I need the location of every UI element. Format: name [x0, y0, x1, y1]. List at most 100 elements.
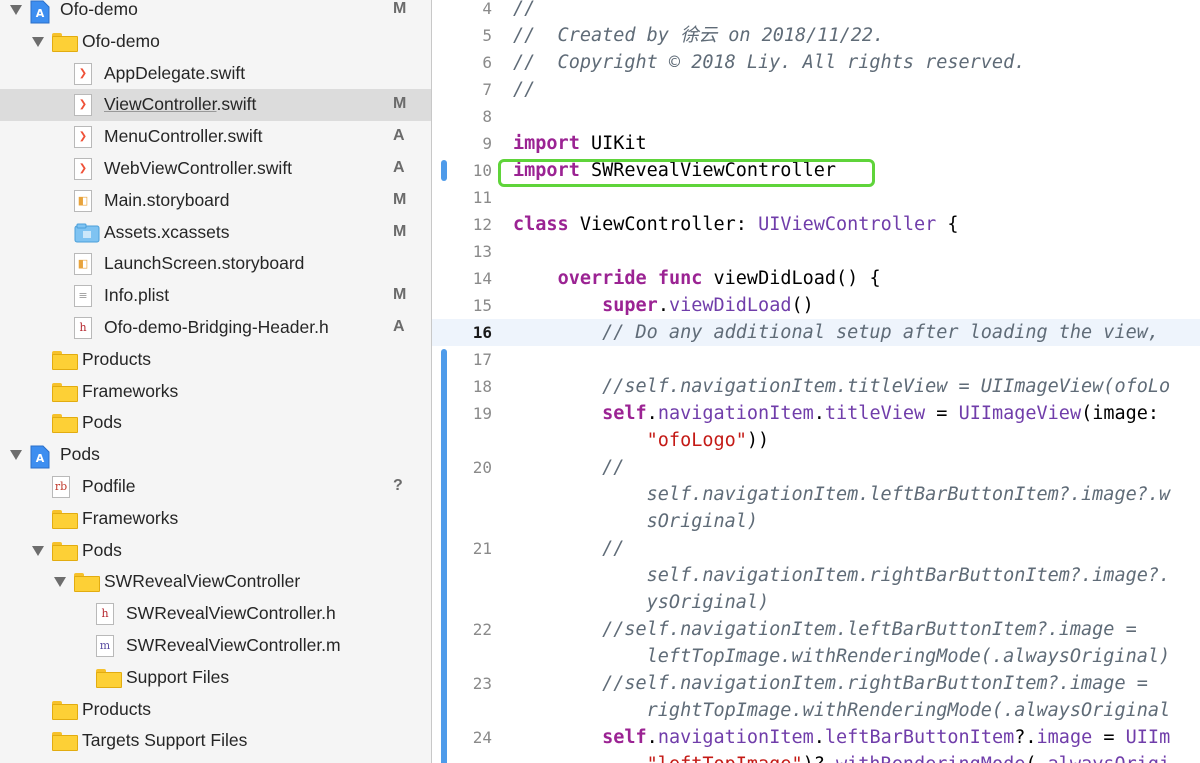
navigator-row[interactable]: Frameworks — [0, 503, 431, 535]
navigator-item-label: Pods — [60, 444, 100, 465]
navigator-row[interactable]: Support Files — [0, 662, 431, 694]
navigator-row[interactable]: ❯ ViewController.swift M — [0, 89, 431, 122]
code-text: // — [513, 0, 536, 19]
disclosure-open-icon[interactable] — [10, 450, 22, 461]
folder-icon — [52, 414, 78, 434]
change-indicator-bar[interactable] — [441, 160, 447, 181]
code-line[interactable]: 4 // — [432, 0, 1200, 22]
source-editor[interactable]: 4 // 5 // Created by 徐云 on 2018/11/22. 6 // C… — [432, 0, 1200, 763]
code-line[interactable]: 16 // Do any additional setup after load… — [432, 319, 1200, 346]
navigator-row[interactable]: A Ofo-demo M — [0, 0, 431, 26]
project-icon: A — [30, 0, 50, 29]
scm-status-badge: ? — [393, 477, 403, 494]
navigator-item-label: Assets.xcassets — [104, 221, 230, 242]
line-number: 16 — [472, 323, 492, 342]
line-number: 15 — [472, 296, 492, 315]
disclosure-open-icon[interactable] — [10, 5, 22, 15]
navigator-item-label: Main.storyboard — [104, 189, 230, 210]
code-line[interactable]: 17 — [432, 346, 1200, 373]
navigator-item-label: WebViewController.swift — [104, 158, 293, 178]
navigator-row[interactable]: Pods — [0, 535, 431, 567]
line-number: 8 — [482, 107, 492, 126]
code-text: self.navigationItem.leftBarButtonItem?.i… — [602, 727, 1171, 748]
code-line[interactable]: 21 // — [432, 535, 1200, 562]
code-line[interactable]: 14 override func viewDidLoad() { — [432, 265, 1200, 292]
code-text: override func viewDidLoad() { — [557, 268, 881, 289]
navigator-row[interactable]: Products — [0, 344, 431, 376]
folder-icon — [52, 700, 78, 720]
navigator-row[interactable]: ❯ AppDelegate.swift — [0, 58, 431, 90]
navigator-row[interactable]: ≡ Info.plist M — [0, 280, 431, 312]
code-text: //self.navigationItem.titleView = UIImag… — [513, 376, 1171, 397]
navigator-item-label: Products — [82, 698, 152, 719]
scm-status-badge: A — [393, 159, 405, 176]
code-text: super.viewDidLoad() — [602, 295, 814, 316]
disclosure-open-icon[interactable] — [54, 577, 66, 588]
code-line[interactable]: 11 — [432, 184, 1200, 211]
ruby-file-icon: rb — [52, 476, 70, 498]
line-number: 5 — [482, 26, 492, 45]
line-number: 6 — [482, 53, 492, 72]
code-line[interactable]: 9 import UIKit — [432, 130, 1200, 157]
swift-file-icon: ❯ — [74, 126, 92, 149]
navigator-item-label: LaunchScreen.storyboard — [104, 253, 305, 274]
code-line[interactable]: 22 //self.navigationItem.leftBarButtonIt… — [432, 616, 1200, 643]
code-line[interactable]: 12 class ViewController: UIViewController… — [432, 211, 1200, 238]
code-line[interactable]: 18 //self.navigationItem.titleView = UII… — [432, 373, 1200, 400]
code-line[interactable]: 8 — [432, 103, 1200, 130]
code-line[interactable]: sOriginal) — [432, 508, 1200, 535]
code-line[interactable]: "ofoLogo")) — [432, 427, 1200, 454]
navigator-row[interactable]: ❯ MenuController.swift A — [0, 121, 431, 153]
import-highlight-box — [498, 159, 875, 187]
code-line[interactable]: 5 // Created by 徐云 on 2018/11/22. — [432, 22, 1200, 49]
navigator-item-label: Products — [82, 348, 152, 369]
navigator-row[interactable]: rb Podfile? — [0, 471, 431, 503]
navigator-row[interactable]: ◧ Main.storyboard M — [0, 185, 431, 217]
navigator-row[interactable]: Frameworks — [0, 376, 431, 408]
folder-icon — [52, 541, 78, 561]
swift-file-icon: ❯ — [74, 94, 92, 117]
navigator-row[interactable]: Products — [0, 694, 431, 726]
navigator-row[interactable]: Assets.xcassets M — [0, 217, 431, 249]
navigator-row[interactable]: ◧ LaunchScreen.storyboard — [0, 248, 431, 280]
code-line[interactable]: 15 super.viewDidLoad() — [432, 292, 1200, 319]
folder-icon — [52, 509, 78, 529]
navigator-row[interactable]: ❯ WebViewController.swift A — [0, 153, 431, 185]
code-line[interactable]: 13 — [432, 238, 1200, 265]
header-file-icon: h — [96, 603, 114, 626]
storyboard-file-icon: ◧ — [74, 253, 92, 276]
code-text: self.navigationItem.rightBarButtonItem?.… — [513, 565, 1171, 586]
code-text: //self.navigationItem.leftBarButtonItem?… — [513, 619, 1137, 640]
navigator-row[interactable]: Targets Support Files — [0, 725, 431, 757]
code-line[interactable]: ysOriginal) — [432, 589, 1200, 616]
disclosure-open-icon[interactable] — [32, 36, 44, 47]
code-line[interactable]: self.navigationItem.rightBarButtonItem?.… — [432, 562, 1200, 589]
header-file-icon: h — [74, 317, 92, 339]
change-indicator-bar[interactable] — [441, 349, 447, 763]
code-line[interactable]: leftTopImage.withRenderingMode(.alwaysOr… — [432, 643, 1200, 670]
code-text: // Created by 徐云 on 2018/11/22. — [513, 25, 885, 46]
code-line[interactable]: rightTopImage.withRenderingMode(.alwaysO… — [432, 697, 1200, 724]
code-line[interactable]: 24 self.navigationItem.leftBarButtonItem… — [432, 724, 1200, 751]
navigator-row[interactable]: h Ofo-demo-Bridging-Header.h A — [0, 312, 431, 344]
navigator-item-label: Pods — [82, 412, 122, 433]
scm-status-badge: M — [393, 286, 407, 304]
code-text: leftTopImage.withRenderingMode(.alwaysOr… — [513, 646, 1171, 667]
navigator-row[interactable]: A Pods — [0, 439, 431, 471]
code-line[interactable]: self.navigationItem.leftBarButtonItem?.i… — [432, 481, 1200, 508]
code-line[interactable]: 7 // — [432, 76, 1200, 103]
navigator-row[interactable]: Ofo-demo — [0, 26, 431, 58]
code-text: class ViewController: UIViewController { — [513, 214, 959, 235]
navigator-row[interactable]: SWRevealViewController — [0, 566, 431, 598]
disclosure-open-icon[interactable] — [32, 545, 44, 556]
navigator-row[interactable]: m SWRevealViewController.m — [0, 630, 431, 662]
code-line[interactable]: 23 //self.navigationItem.rightBarButtonI… — [432, 670, 1200, 697]
code-text: // — [513, 457, 625, 478]
navigator-row[interactable]: Pods — [0, 407, 431, 439]
code-line[interactable]: "leftTopImage")?.withRenderingMode(.alwa… — [432, 751, 1200, 763]
code-line[interactable]: 20 // — [432, 454, 1200, 481]
navigator-item-label: AppDelegate.swift — [104, 62, 246, 83]
code-line[interactable]: 6 // Copyright © 2018 Liy. All rights res… — [432, 49, 1200, 76]
navigator-row[interactable]: h SWRevealViewController.h — [0, 598, 431, 630]
code-line[interactable]: 19 self.navigationItem.titleView = UIIma… — [432, 400, 1200, 427]
